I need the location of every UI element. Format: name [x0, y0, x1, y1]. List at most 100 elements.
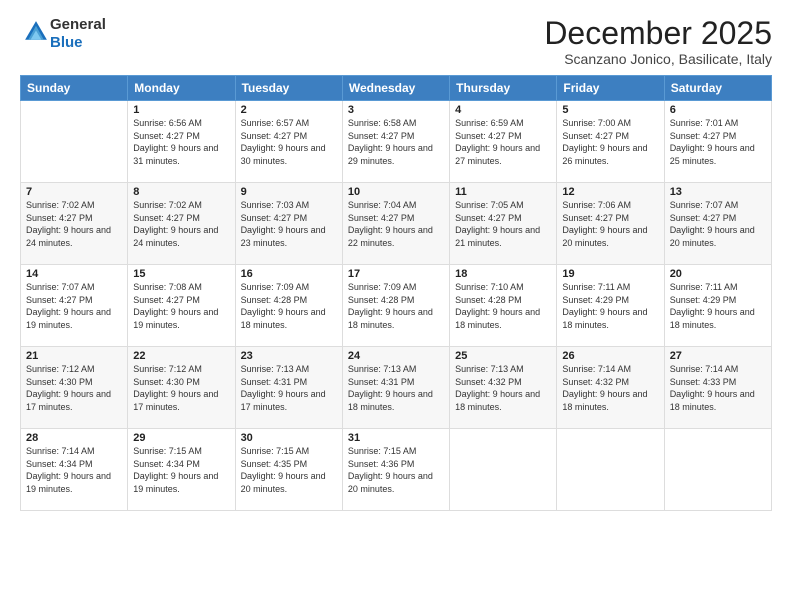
calendar-cell: 2Sunrise: 6:57 AMSunset: 4:27 PMDaylight…: [235, 101, 342, 183]
day-number: 6: [670, 104, 766, 116]
day-info: Sunrise: 7:00 AMSunset: 4:27 PMDaylight:…: [562, 117, 658, 167]
month-title: December 2025: [544, 16, 772, 51]
day-number: 7: [26, 186, 122, 198]
calendar-cell: 6Sunrise: 7:01 AMSunset: 4:27 PMDaylight…: [664, 101, 771, 183]
day-number: 16: [241, 268, 337, 280]
calendar-cell: 10Sunrise: 7:04 AMSunset: 4:27 PMDayligh…: [342, 183, 449, 265]
day-number: 30: [241, 432, 337, 444]
day-info: Sunrise: 7:11 AMSunset: 4:29 PMDaylight:…: [670, 281, 766, 331]
day-info: Sunrise: 7:14 AMSunset: 4:34 PMDaylight:…: [26, 445, 122, 495]
header: General Blue December 2025 Scanzano Joni…: [20, 16, 772, 67]
calendar-cell: 3Sunrise: 6:58 AMSunset: 4:27 PMDaylight…: [342, 101, 449, 183]
day-info: Sunrise: 7:14 AMSunset: 4:32 PMDaylight:…: [562, 363, 658, 413]
location: Scanzano Jonico, Basilicate, Italy: [544, 51, 772, 67]
calendar-cell: 1Sunrise: 6:56 AMSunset: 4:27 PMDaylight…: [128, 101, 235, 183]
day-info: Sunrise: 7:09 AMSunset: 4:28 PMDaylight:…: [241, 281, 337, 331]
day-number: 22: [133, 350, 229, 362]
day-number: 12: [562, 186, 658, 198]
day-number: 10: [348, 186, 444, 198]
day-number: 25: [455, 350, 551, 362]
calendar-cell: 11Sunrise: 7:05 AMSunset: 4:27 PMDayligh…: [450, 183, 557, 265]
day-info: Sunrise: 7:10 AMSunset: 4:28 PMDaylight:…: [455, 281, 551, 331]
logo: General Blue: [20, 16, 106, 52]
calendar-week-row: 28Sunrise: 7:14 AMSunset: 4:34 PMDayligh…: [21, 429, 772, 511]
day-number: 3: [348, 104, 444, 116]
calendar-cell: 5Sunrise: 7:00 AMSunset: 4:27 PMDaylight…: [557, 101, 664, 183]
calendar-cell: 24Sunrise: 7:13 AMSunset: 4:31 PMDayligh…: [342, 347, 449, 429]
day-number: 1: [133, 104, 229, 116]
day-info: Sunrise: 7:12 AMSunset: 4:30 PMDaylight:…: [26, 363, 122, 413]
calendar-week-row: 14Sunrise: 7:07 AMSunset: 4:27 PMDayligh…: [21, 265, 772, 347]
day-header-sunday: Sunday: [21, 76, 128, 101]
logo-general: General: [50, 16, 106, 33]
day-info: Sunrise: 7:07 AMSunset: 4:27 PMDaylight:…: [670, 199, 766, 249]
day-info: Sunrise: 7:01 AMSunset: 4:27 PMDaylight:…: [670, 117, 766, 167]
calendar-cell: 22Sunrise: 7:12 AMSunset: 4:30 PMDayligh…: [128, 347, 235, 429]
day-number: 18: [455, 268, 551, 280]
calendar-cell: [21, 101, 128, 183]
calendar-cell: 26Sunrise: 7:14 AMSunset: 4:32 PMDayligh…: [557, 347, 664, 429]
day-number: 28: [26, 432, 122, 444]
day-info: Sunrise: 7:08 AMSunset: 4:27 PMDaylight:…: [133, 281, 229, 331]
calendar-cell: 27Sunrise: 7:14 AMSunset: 4:33 PMDayligh…: [664, 347, 771, 429]
page: General Blue December 2025 Scanzano Joni…: [0, 0, 792, 612]
day-info: Sunrise: 7:04 AMSunset: 4:27 PMDaylight:…: [348, 199, 444, 249]
day-info: Sunrise: 7:14 AMSunset: 4:33 PMDaylight:…: [670, 363, 766, 413]
day-info: Sunrise: 7:05 AMSunset: 4:27 PMDaylight:…: [455, 199, 551, 249]
day-info: Sunrise: 6:58 AMSunset: 4:27 PMDaylight:…: [348, 117, 444, 167]
day-info: Sunrise: 7:15 AMSunset: 4:35 PMDaylight:…: [241, 445, 337, 495]
calendar-cell: 4Sunrise: 6:59 AMSunset: 4:27 PMDaylight…: [450, 101, 557, 183]
day-number: 21: [26, 350, 122, 362]
calendar-cell: 7Sunrise: 7:02 AMSunset: 4:27 PMDaylight…: [21, 183, 128, 265]
day-number: 9: [241, 186, 337, 198]
day-number: 20: [670, 268, 766, 280]
day-info: Sunrise: 7:13 AMSunset: 4:32 PMDaylight:…: [455, 363, 551, 413]
day-number: 8: [133, 186, 229, 198]
day-info: Sunrise: 7:03 AMSunset: 4:27 PMDaylight:…: [241, 199, 337, 249]
day-info: Sunrise: 6:59 AMSunset: 4:27 PMDaylight:…: [455, 117, 551, 167]
day-number: 13: [670, 186, 766, 198]
calendar-cell: 8Sunrise: 7:02 AMSunset: 4:27 PMDaylight…: [128, 183, 235, 265]
day-number: 24: [348, 350, 444, 362]
day-number: 2: [241, 104, 337, 116]
calendar-cell: 20Sunrise: 7:11 AMSunset: 4:29 PMDayligh…: [664, 265, 771, 347]
calendar-week-row: 7Sunrise: 7:02 AMSunset: 4:27 PMDaylight…: [21, 183, 772, 265]
calendar-week-row: 1Sunrise: 6:56 AMSunset: 4:27 PMDaylight…: [21, 101, 772, 183]
logo-blue: Blue: [50, 34, 83, 51]
day-header-friday: Friday: [557, 76, 664, 101]
day-number: 23: [241, 350, 337, 362]
calendar-cell: 31Sunrise: 7:15 AMSunset: 4:36 PMDayligh…: [342, 429, 449, 511]
title-block: December 2025 Scanzano Jonico, Basilicat…: [544, 16, 772, 67]
calendar-cell: 14Sunrise: 7:07 AMSunset: 4:27 PMDayligh…: [21, 265, 128, 347]
calendar-cell: 9Sunrise: 7:03 AMSunset: 4:27 PMDaylight…: [235, 183, 342, 265]
calendar-cell: [450, 429, 557, 511]
day-info: Sunrise: 7:09 AMSunset: 4:28 PMDaylight:…: [348, 281, 444, 331]
logo-text: General Blue: [50, 16, 106, 52]
calendar-cell: 25Sunrise: 7:13 AMSunset: 4:32 PMDayligh…: [450, 347, 557, 429]
calendar-cell: 18Sunrise: 7:10 AMSunset: 4:28 PMDayligh…: [450, 265, 557, 347]
calendar-cell: [664, 429, 771, 511]
calendar-cell: 19Sunrise: 7:11 AMSunset: 4:29 PMDayligh…: [557, 265, 664, 347]
calendar-header-row: SundayMondayTuesdayWednesdayThursdayFrid…: [21, 76, 772, 101]
calendar-cell: 23Sunrise: 7:13 AMSunset: 4:31 PMDayligh…: [235, 347, 342, 429]
calendar-cell: 12Sunrise: 7:06 AMSunset: 4:27 PMDayligh…: [557, 183, 664, 265]
day-number: 29: [133, 432, 229, 444]
calendar-cell: 29Sunrise: 7:15 AMSunset: 4:34 PMDayligh…: [128, 429, 235, 511]
calendar-cell: 17Sunrise: 7:09 AMSunset: 4:28 PMDayligh…: [342, 265, 449, 347]
day-info: Sunrise: 7:02 AMSunset: 4:27 PMDaylight:…: [26, 199, 122, 249]
day-info: Sunrise: 7:12 AMSunset: 4:30 PMDaylight:…: [133, 363, 229, 413]
day-info: Sunrise: 7:15 AMSunset: 4:34 PMDaylight:…: [133, 445, 229, 495]
day-info: Sunrise: 7:15 AMSunset: 4:36 PMDaylight:…: [348, 445, 444, 495]
calendar-table: SundayMondayTuesdayWednesdayThursdayFrid…: [20, 75, 772, 511]
day-info: Sunrise: 6:56 AMSunset: 4:27 PMDaylight:…: [133, 117, 229, 167]
day-number: 5: [562, 104, 658, 116]
day-number: 14: [26, 268, 122, 280]
day-header-monday: Monday: [128, 76, 235, 101]
calendar-cell: 21Sunrise: 7:12 AMSunset: 4:30 PMDayligh…: [21, 347, 128, 429]
day-info: Sunrise: 7:06 AMSunset: 4:27 PMDaylight:…: [562, 199, 658, 249]
day-header-thursday: Thursday: [450, 76, 557, 101]
day-number: 11: [455, 186, 551, 198]
calendar-cell: [557, 429, 664, 511]
day-info: Sunrise: 7:13 AMSunset: 4:31 PMDaylight:…: [241, 363, 337, 413]
calendar-cell: 28Sunrise: 7:14 AMSunset: 4:34 PMDayligh…: [21, 429, 128, 511]
